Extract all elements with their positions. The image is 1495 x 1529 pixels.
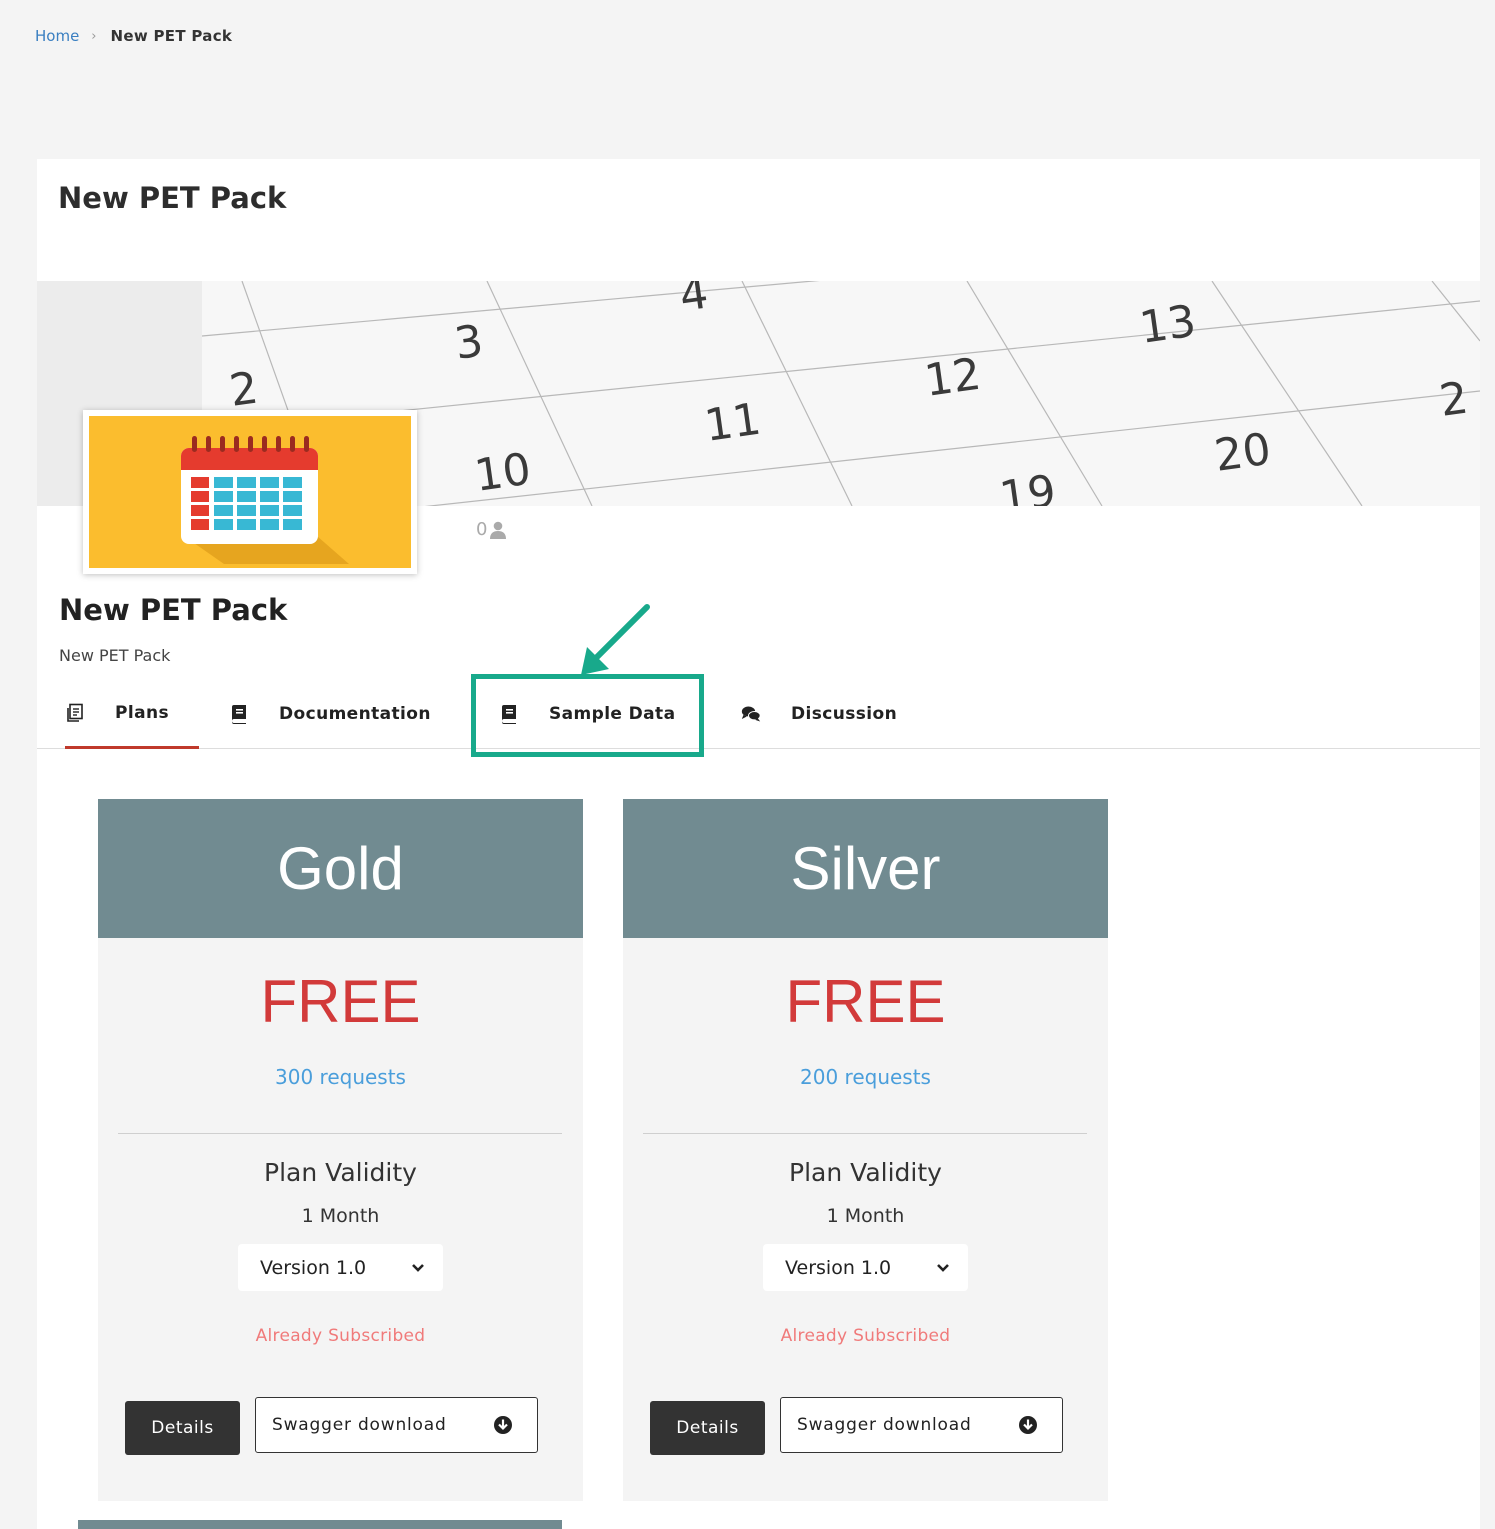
pointer-arrow-icon <box>581 604 650 675</box>
swagger-download-button[interactable]: Swagger download <box>780 1397 1063 1453</box>
calendar-number: 2 <box>226 362 261 416</box>
plan-price: FREE <box>785 968 946 1035</box>
product-name: New PET Pack <box>59 593 288 627</box>
version-select[interactable]: Version 1.0 <box>238 1244 443 1291</box>
plan-validity-value: 1 Month <box>301 1205 380 1227</box>
page-title: New PET Pack <box>58 181 287 215</box>
tab-label: Documentation <box>279 704 431 724</box>
comments-icon <box>741 706 761 722</box>
plan-divider <box>643 1133 1087 1134</box>
calendar-number: 20 <box>1211 424 1274 482</box>
plan-card-silver: Silver FREE 200 requests Plan Validity 1… <box>623 799 1108 1501</box>
book-icon <box>502 705 516 724</box>
plan-validity-label: Plan Validity <box>789 1158 942 1187</box>
calendar-number: 12 <box>921 349 984 407</box>
details-button[interactable]: Details <box>125 1401 240 1455</box>
version-select-value: Version 1.0 <box>785 1256 892 1279</box>
calendar-number: 11 <box>701 394 764 452</box>
breadcrumb: Home › New PET Pack <box>35 27 232 45</box>
plan-requests: 200 requests <box>800 1065 931 1089</box>
subscriber-count: 0 <box>476 519 507 540</box>
tab-plans[interactable]: Plans <box>65 679 199 749</box>
tab-sample-data[interactable]: Sample Data <box>499 679 675 749</box>
tab-label: Plans <box>115 702 169 723</box>
calendar-number: 2 <box>1436 372 1471 426</box>
breadcrumb-home-link[interactable]: Home <box>35 27 79 45</box>
product-logo <box>83 410 417 574</box>
product-description: New PET Pack <box>59 646 171 665</box>
copy-icon <box>67 703 83 722</box>
download-circle-icon <box>1019 1416 1037 1434</box>
chevron-down-icon <box>937 1263 949 1272</box>
product-tabs: Plans Documentation Sample Data Discussi… <box>37 679 1480 749</box>
plan-requests: 300 requests <box>275 1065 406 1089</box>
plan-name: Silver <box>623 799 1108 938</box>
tab-label: Sample Data <box>549 704 676 724</box>
tab-documentation[interactable]: Documentation <box>229 679 431 749</box>
plan-validity-value: 1 Month <box>826 1205 905 1227</box>
subscriber-count-value: 0 <box>476 519 488 540</box>
calendar-number: 3 <box>451 315 486 369</box>
chevron-down-icon <box>412 1263 424 1272</box>
chevron-right-icon: › <box>91 28 97 44</box>
plan-name: Gold <box>98 799 583 938</box>
download-circle-icon <box>494 1416 512 1434</box>
swagger-download-label: Swagger download <box>272 1415 447 1435</box>
user-icon <box>490 521 507 539</box>
plan-card-header-partial <box>78 1520 562 1529</box>
calendar-number: 10 <box>471 444 534 502</box>
calendar-number: 4 <box>676 281 711 322</box>
version-select-value: Version 1.0 <box>260 1256 367 1279</box>
subscription-status: Already Subscribed <box>780 1326 951 1346</box>
plan-price: FREE <box>260 968 421 1035</box>
calendar-number: 19 <box>996 466 1059 506</box>
tab-label: Discussion <box>791 704 898 724</box>
tab-discussion[interactable]: Discussion <box>741 679 897 749</box>
calendar-icon <box>181 436 349 564</box>
plan-card-gold: Gold FREE 300 requests Plan Validity 1 M… <box>98 799 583 1501</box>
swagger-download-label: Swagger download <box>797 1415 972 1435</box>
subscription-status: Already Subscribed <box>255 1326 426 1346</box>
breadcrumb-current: New PET Pack <box>110 27 233 45</box>
product-card: New PET Pack 2 3 4 10 11 12 13 19 20 2 0… <box>37 159 1480 1529</box>
book-icon <box>232 705 246 724</box>
swagger-download-button[interactable]: Swagger download <box>255 1397 538 1453</box>
details-button[interactable]: Details <box>650 1401 765 1455</box>
calendar-number: 13 <box>1136 296 1199 354</box>
plan-divider <box>118 1133 562 1134</box>
version-select[interactable]: Version 1.0 <box>763 1244 968 1291</box>
plan-validity-label: Plan Validity <box>264 1158 417 1187</box>
